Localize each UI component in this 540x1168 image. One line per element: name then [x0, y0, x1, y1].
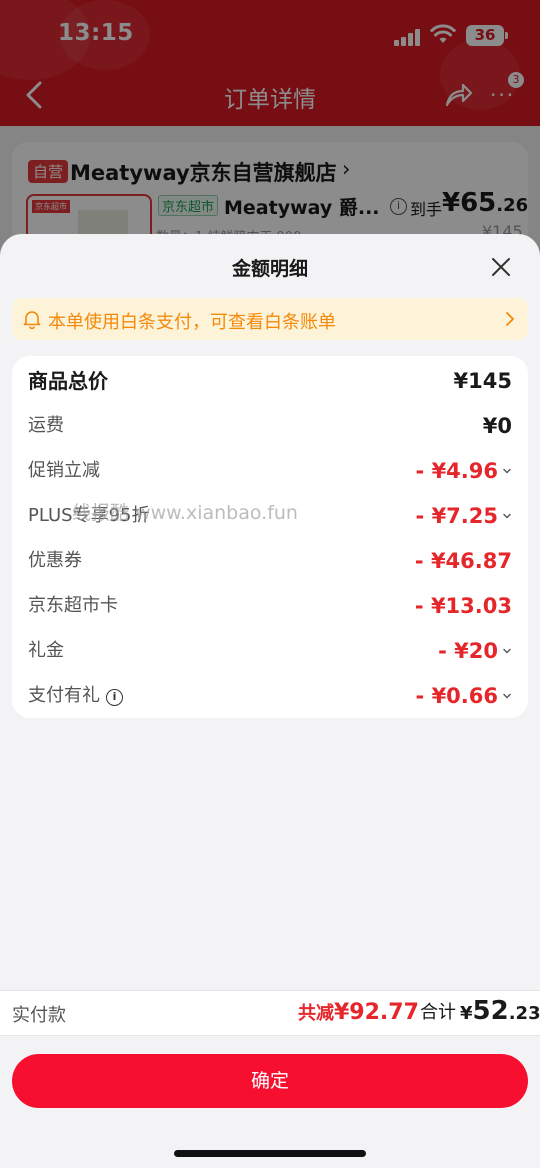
sum-integer: 52: [472, 996, 509, 1026]
row-gift-money[interactable]: 礼金 - ¥20: [12, 634, 528, 668]
actual-payment-label: 实付款: [12, 1005, 66, 1026]
total-saved: 共减¥92.77: [298, 997, 419, 1030]
row-value: - ¥46.87: [414, 549, 512, 573]
row-shipping: 运费 ¥0: [12, 409, 528, 443]
row-promotion[interactable]: 促销立减 - ¥4.96: [12, 454, 528, 488]
amount-detail-card: 商品总价 ¥145 运费 ¥0 促销立减 - ¥4.96 PLUS专享95折 -…: [12, 356, 528, 718]
row-value: ¥0: [482, 414, 512, 438]
chevron-down-icon: [503, 648, 511, 654]
saved-value: ¥92.77: [334, 1000, 419, 1025]
chevron-right-icon: [506, 312, 514, 326]
watermark: 线报酷 www.xianbao.fun: [72, 502, 298, 524]
sum-label: 合计: [420, 1002, 456, 1023]
row-supermarket-card: 京东超市卡 - ¥13.03: [12, 589, 528, 623]
row-value: ¥145: [453, 369, 512, 393]
row-label: 支付有礼: [28, 685, 100, 706]
info-icon[interactable]: i: [106, 689, 123, 706]
sum-decimal: .23: [508, 1003, 540, 1024]
amount-detail-sheet: 金额明细 本单使用白条支付，可查看白条账单 商品总价 ¥145 运费 ¥0 促销…: [0, 234, 540, 1168]
row-goods-total: 商品总价 ¥145: [12, 364, 528, 398]
baitiao-notice-bar[interactable]: 本单使用白条支付，可查看白条账单: [12, 298, 528, 340]
chevron-down-icon: [503, 468, 511, 474]
row-value: - ¥7.25: [415, 504, 498, 528]
row-payment-gift[interactable]: 支付有礼 i - ¥0.66: [12, 679, 528, 713]
chevron-down-icon: [503, 693, 511, 699]
row-coupon: 优惠券 - ¥46.87: [12, 544, 528, 578]
home-indicator: [174, 1150, 366, 1157]
row-label: 京东超市卡: [28, 595, 118, 616]
row-value: - ¥4.96: [415, 459, 498, 483]
row-label: 优惠券: [28, 550, 82, 571]
sheet-title: 金额明细: [231, 258, 308, 280]
payment-summary-bar: 实付款 共减¥92.77 合计 ¥52.23: [0, 990, 540, 1036]
bell-icon: [23, 311, 41, 329]
saved-prefix: 共减: [298, 1003, 334, 1024]
row-label: 商品总价: [28, 369, 108, 393]
row-label: 运费: [28, 415, 64, 436]
row-value: - ¥13.03: [414, 594, 512, 618]
row-label: 促销立减: [28, 460, 100, 481]
sum-currency: ¥: [460, 1003, 473, 1024]
close-icon[interactable]: [490, 256, 512, 278]
row-label: 礼金: [28, 640, 64, 661]
confirm-button[interactable]: 确定: [12, 1054, 528, 1108]
row-label-wrap: 支付有礼 i: [28, 679, 123, 713]
row-value: - ¥0.66: [415, 684, 498, 708]
sum-value: ¥52.23: [460, 993, 540, 1032]
row-value: - ¥20: [438, 639, 498, 663]
notice-text: 本单使用白条支付，可查看白条账单: [48, 312, 336, 333]
chevron-down-icon: [503, 513, 511, 519]
